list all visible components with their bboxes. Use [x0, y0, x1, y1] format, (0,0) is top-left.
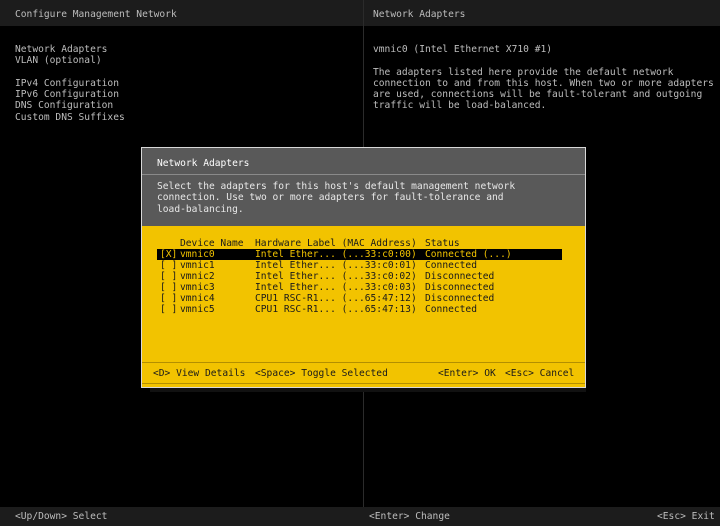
footer-exit-label: Exit	[691, 511, 715, 522]
dialog-title: Network Adapters	[157, 158, 250, 169]
adapter-device: vmnic1	[180, 260, 215, 271]
dialog-desc-line-1: Select the adapters for this host's defa…	[157, 181, 516, 192]
adapter-checkbox[interactable]: [ ]	[160, 282, 177, 294]
adapter-hardware: Intel Ether... (...33:c0:03)	[255, 282, 417, 293]
menu-item-ipv6[interactable]: IPv6 Configuration	[15, 89, 119, 101]
adapter-row[interactable]: [ ] vmnic3 Intel Ether... (...33:c0:03) …	[157, 282, 562, 293]
adapter-hardware: CPU1 RSC-R1... (...65:47:13)	[255, 304, 417, 315]
adapter-device: vmnic4	[180, 293, 215, 304]
adapter-device: vmnic0	[180, 249, 215, 260]
adapter-row[interactable]: [ ] vmnic5 CPU1 RSC-R1... (...65:47:13) …	[157, 304, 562, 315]
adapter-checkbox[interactable]: [ ]	[160, 260, 177, 272]
adapter-list-panel: Device Name Hardware Label (MAC Address)…	[142, 226, 585, 387]
menu-item-network-adapters[interactable]: Network Adapters	[15, 44, 107, 56]
dialog-action-bar: <D> View Details <Space> Toggle Selected…	[142, 362, 585, 384]
adapter-status: Connected	[425, 260, 477, 271]
adapter-checkbox[interactable]: [X]	[160, 249, 177, 261]
footer-bar: <Up/Down> Select <Enter> Change <Esc> Ex…	[0, 507, 720, 526]
menu-item-dns-suffixes[interactable]: Custom DNS Suffixes	[15, 112, 125, 124]
toggle-selected-action[interactable]: <Space> Toggle Selected	[255, 368, 388, 380]
adapter-status: Connected (...)	[425, 249, 512, 260]
adapter-checkbox[interactable]: [ ]	[160, 271, 177, 283]
adapter-status: Connected	[425, 304, 477, 315]
info-line-3: are used, connections will be fault-tole…	[373, 89, 703, 100]
footer-change-hint: <Enter> Change	[369, 511, 450, 523]
network-adapters-dialog: Network Adapters Select the adapters for…	[141, 147, 586, 388]
adapter-row[interactable]: [X] vmnic0 Intel Ether... (...33:c0:00) …	[157, 249, 562, 260]
footer-select-hint: <Up/Down> Select	[15, 511, 107, 523]
adapter-hardware: Intel Ether... (...33:c0:01)	[255, 260, 417, 271]
footer-exit-hint: <Esc> Exit	[657, 511, 715, 523]
left-panel-title: Configure Management Network	[15, 9, 177, 20]
view-details-label: View Details	[176, 368, 246, 379]
view-details-action[interactable]: <D> View Details	[153, 368, 245, 380]
info-line-4: traffic will be load-balanced.	[373, 100, 547, 111]
info-line-2: connection to and from this host. When t…	[373, 78, 714, 89]
toggle-selected-key: <Space>	[255, 368, 296, 379]
dialog-desc-line-3: load-balancing.	[157, 204, 244, 215]
cancel-button[interactable]: <Esc> Cancel	[505, 368, 574, 380]
header-bar: Configure Management Network Network Ada…	[0, 0, 720, 26]
ok-button[interactable]: <Enter> OK	[438, 368, 496, 380]
adapter-checkbox[interactable]: [ ]	[160, 304, 177, 316]
cancel-label: Cancel	[539, 368, 575, 379]
column-header-status: Status	[425, 238, 460, 249]
menu-item-ipv4[interactable]: IPv4 Configuration	[15, 78, 119, 90]
adapter-row[interactable]: [ ] vmnic1 Intel Ether... (...33:c0:01) …	[157, 260, 562, 271]
adapter-row[interactable]: [ ] vmnic2 Intel Ether... (...33:c0:02) …	[157, 271, 562, 282]
adapter-device: vmnic2	[180, 271, 215, 282]
column-header-hardware: Hardware Label (MAC Address)	[255, 238, 417, 249]
footer-select-key: <Up/Down>	[15, 511, 67, 522]
adapter-hardware: Intel Ether... (...33:c0:02)	[255, 271, 417, 282]
adapter-summary: vmnic0 (Intel Ethernet X710 #1)	[373, 44, 553, 55]
right-panel-title: Network Adapters	[373, 9, 466, 20]
adapter-checkbox[interactable]: [ ]	[160, 293, 177, 305]
adapter-row[interactable]: [ ] vmnic4 CPU1 RSC-R1... (...65:47:12) …	[157, 293, 562, 304]
ok-key: <Enter>	[438, 368, 479, 379]
footer-change-label: Change	[415, 511, 450, 522]
dialog-title-divider	[142, 174, 585, 175]
adapter-status: Disconnected	[425, 271, 495, 282]
dialog-desc-line-2: connection. Use two or more adapters for…	[157, 192, 504, 203]
footer-change-key: <Enter>	[369, 511, 410, 522]
menu-item-dns[interactable]: DNS Configuration	[15, 100, 113, 112]
adapter-status: Disconnected	[425, 282, 495, 293]
adapter-hardware: CPU1 RSC-R1... (...65:47:12)	[255, 293, 417, 304]
footer-exit-key: <Esc>	[657, 511, 686, 522]
adapter-hardware: Intel Ether... (...33:c0:00)	[255, 249, 417, 260]
column-header-device: Device Name	[180, 238, 244, 249]
ok-label: OK	[484, 368, 496, 379]
adapter-status: Disconnected	[425, 293, 495, 304]
toggle-selected-label: Toggle Selected	[301, 368, 388, 379]
menu-item-vlan[interactable]: VLAN (optional)	[15, 55, 102, 67]
adapter-device: vmnic3	[180, 282, 215, 293]
view-details-key: <D>	[153, 368, 171, 379]
cancel-key: <Esc>	[505, 368, 534, 379]
info-line-1: The adapters listed here provide the def…	[373, 67, 674, 78]
adapter-device: vmnic5	[180, 304, 215, 315]
footer-select-label: Select	[72, 511, 108, 522]
